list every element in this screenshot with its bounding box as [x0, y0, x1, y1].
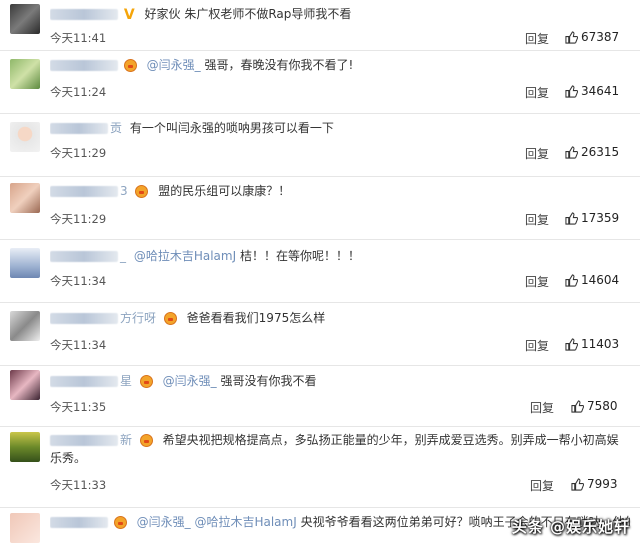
comment-time: 今天11:24 — [50, 85, 107, 99]
like-button[interactable]: 17359 — [565, 211, 619, 225]
like-button[interactable]: 67387 — [565, 30, 619, 44]
username-blurred[interactable] — [50, 186, 118, 197]
like-count: 7993 — [587, 477, 618, 491]
thumbs-up-icon — [565, 211, 578, 225]
comment-text: 爸爸看看我们1975怎么样 — [186, 311, 326, 325]
like-count: 17359 — [581, 211, 620, 225]
comment-text: 桔！！在等你呢！！！ — [239, 249, 360, 263]
avatar[interactable] — [10, 4, 40, 34]
avatar[interactable] — [10, 370, 40, 400]
like-count: 34641 — [581, 84, 620, 98]
fan-badge-icon — [163, 312, 177, 325]
thumbs-up-icon — [565, 145, 578, 159]
comment-item: 贡 有一个叫闫永强的唢呐男孩可以看一下 今天11:29 回复 26315 — [0, 114, 640, 177]
comment-text: 盟的民乐组可以康康？！ — [158, 184, 291, 198]
comment-text: 有一个叫闫永强的唢呐男孩可以看一下 — [129, 121, 334, 135]
comment-item: 星 @闫永强_ 强哥没有你我不看 今天11:35 回复 7580 — [0, 366, 640, 427]
like-button[interactable]: 11403 — [565, 337, 619, 351]
username-blurred[interactable] — [50, 251, 118, 262]
thumbs-up-icon — [565, 30, 578, 44]
avatar[interactable] — [10, 513, 40, 543]
comment-item: V 好家伙 朱广权老师不做Rap导师我不看 今天11:41 回复 67387 — [0, 0, 640, 51]
like-count: 7580 — [587, 399, 618, 413]
thumbs-up-icon — [565, 84, 578, 98]
reply-button[interactable]: 回复 — [525, 337, 549, 354]
reply-button[interactable]: 回复 — [530, 399, 554, 416]
fan-badge-icon — [135, 185, 149, 198]
comment-time: 今天11:41 — [50, 31, 107, 45]
reply-button[interactable]: 回复 — [525, 211, 549, 228]
thumbs-up-icon — [565, 273, 578, 287]
fan-badge-icon — [123, 59, 137, 72]
comment-time: 今天11:33 — [50, 478, 107, 492]
like-button[interactable]: 7580 — [571, 399, 618, 413]
mention-link[interactable]: @闫永强_ — [147, 58, 201, 72]
reply-button[interactable]: 回复 — [525, 273, 549, 290]
thumbs-up-icon — [571, 399, 584, 413]
reply-button[interactable]: 回复 — [525, 30, 549, 47]
fan-badge-icon — [139, 375, 153, 388]
like-count: 67387 — [581, 30, 620, 44]
avatar[interactable] — [10, 432, 40, 462]
fan-badge-icon — [139, 434, 153, 447]
username-blurred[interactable] — [50, 313, 118, 324]
avatar[interactable] — [10, 311, 40, 341]
reply-button[interactable]: 回复 — [525, 84, 549, 101]
like-button[interactable]: 7993 — [571, 477, 618, 491]
comment-list: V 好家伙 朱广权老师不做Rap导师我不看 今天11:41 回复 67387 @… — [0, 0, 640, 548]
like-button[interactable]: 26315 — [565, 145, 619, 159]
reply-button[interactable]: 回复 — [530, 477, 554, 494]
comment-text: 强哥没有你我不看 — [220, 374, 317, 388]
comment-time: 今天11:35 — [50, 400, 107, 414]
mention-link[interactable]: @闫永强_ @哈拉木吉HalamJ — [137, 515, 297, 529]
comment-item: 3 盟的民乐组可以康康？！ 今天11:29 回复 17359 — [0, 177, 640, 240]
like-button[interactable]: 34641 — [565, 84, 619, 98]
avatar[interactable] — [10, 183, 40, 213]
comment-time: 今天11:29 — [50, 146, 107, 160]
username-blurred[interactable] — [50, 60, 118, 71]
thumbs-up-icon — [571, 477, 584, 491]
comment-item: 方行呀 爸爸看看我们1975怎么样 今天11:34 回复 11403 — [0, 303, 640, 366]
mention-link[interactable]: @闫永强_ — [163, 374, 217, 388]
like-count: 26315 — [581, 145, 620, 159]
comment-item: 新 希望央视把规格提高点，多弘扬正能量的少年，别弄成爱豆选秀。别弄成一帮小初高娱… — [0, 427, 640, 508]
avatar[interactable] — [10, 248, 40, 278]
like-button[interactable]: 14604 — [565, 273, 619, 287]
username-blurred[interactable] — [50, 9, 118, 20]
comment-time: 今天11:29 — [50, 212, 107, 226]
mention-link[interactable]: @哈拉木吉HalamJ — [134, 249, 236, 263]
fan-badge-icon — [113, 516, 127, 529]
like-count: 14604 — [581, 273, 620, 287]
reply-button[interactable]: 回复 — [525, 145, 549, 162]
comment-text: 希望央视把规格提高点，多弘扬正能量的少年，别弄成爱豆选秀。别弄成一帮小初高娱乐秀… — [50, 433, 619, 465]
username-blurred[interactable] — [50, 123, 108, 134]
thumbs-up-icon — [565, 337, 578, 351]
comment-text: 强哥，春晚没有你我不看了! — [204, 58, 354, 72]
username-blurred[interactable] — [50, 435, 118, 446]
like-count: 11403 — [581, 337, 620, 351]
username-blurred[interactable] — [50, 376, 118, 387]
avatar[interactable] — [10, 59, 40, 89]
username-blurred[interactable] — [50, 517, 108, 528]
avatar[interactable] — [10, 122, 40, 152]
comment-text: 好家伙 朱广权老师不做Rap导师我不看 — [144, 7, 352, 21]
watermark: 头条 @娱乐她轩 — [511, 518, 630, 536]
comment-item: @闫永强_ 强哥，春晚没有你我不看了! 今天11:24 回复 34641 — [0, 51, 640, 114]
verified-v-icon: V — [123, 6, 135, 23]
comment-time: 今天11:34 — [50, 338, 107, 352]
comment-time: 今天11:34 — [50, 274, 107, 288]
comment-item: _ @哈拉木吉HalamJ 桔！！在等你呢！！！ 今天11:34 回复 1460… — [0, 240, 640, 303]
